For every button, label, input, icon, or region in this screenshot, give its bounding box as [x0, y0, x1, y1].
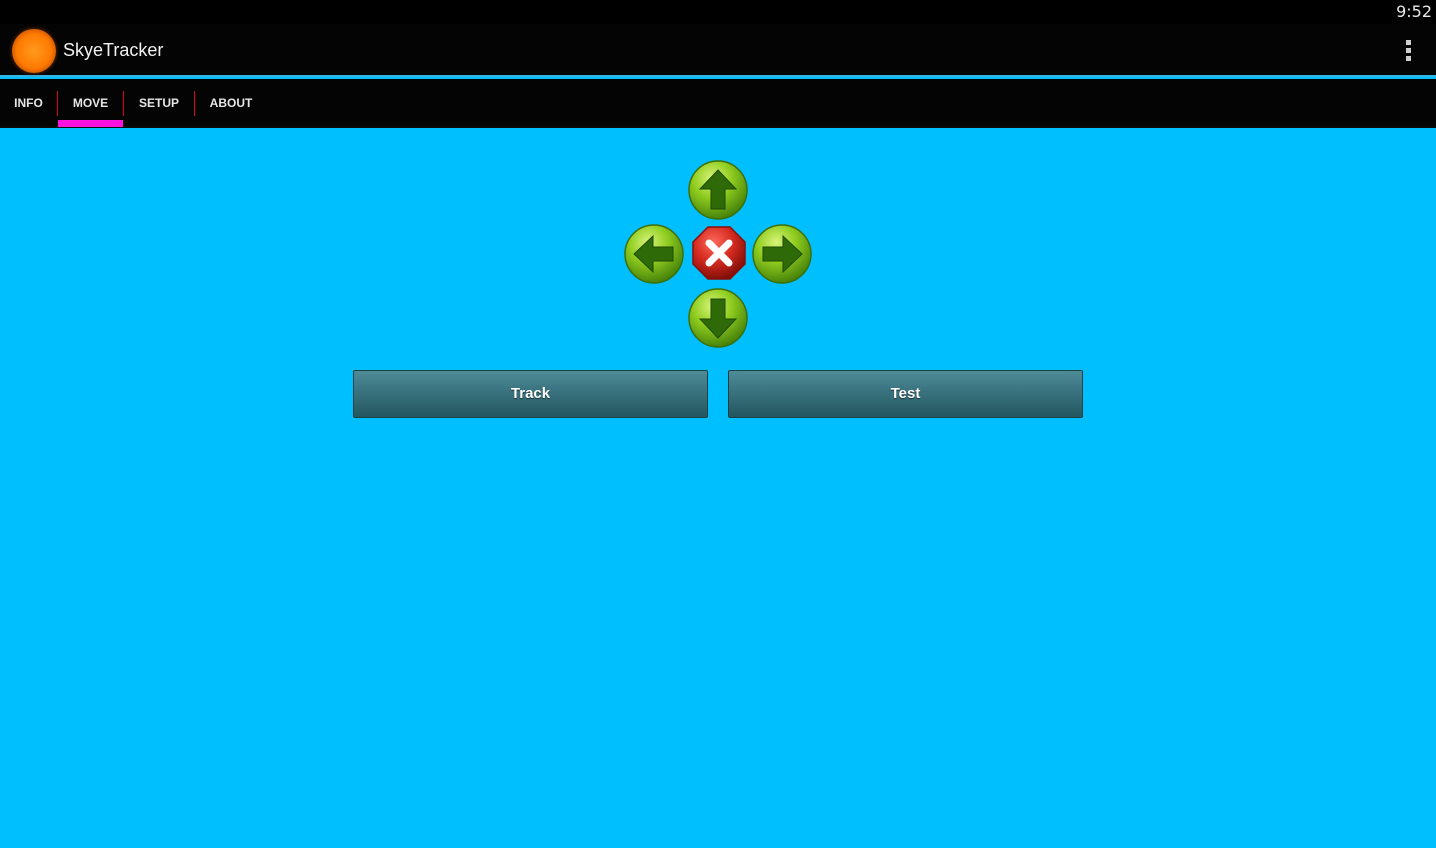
arrow-up-icon[interactable]	[687, 159, 749, 221]
status-bar: 9:52	[0, 0, 1436, 24]
status-time: 9:52	[1396, 2, 1432, 21]
arrow-left-icon[interactable]	[623, 223, 685, 285]
app-icon[interactable]	[12, 29, 56, 73]
arrow-down-icon[interactable]	[687, 287, 749, 349]
action-bar: SkyeTracker	[0, 24, 1436, 77]
overflow-menu-icon[interactable]	[1404, 40, 1412, 64]
app-title: SkyeTracker	[63, 40, 164, 60]
tab-bar: INFO MOVE SETUP ABOUT	[0, 79, 1436, 128]
tab-info[interactable]: INFO	[0, 79, 57, 128]
stop-icon[interactable]	[691, 225, 747, 281]
track-button[interactable]: Track	[353, 370, 708, 418]
test-button[interactable]: Test	[728, 370, 1083, 418]
direction-pad	[620, 156, 816, 352]
selected-tab-indicator	[58, 120, 123, 127]
arrow-right-icon[interactable]	[751, 223, 813, 285]
tab-about[interactable]: ABOUT	[195, 79, 267, 128]
tab-setup[interactable]: SETUP	[124, 79, 194, 128]
